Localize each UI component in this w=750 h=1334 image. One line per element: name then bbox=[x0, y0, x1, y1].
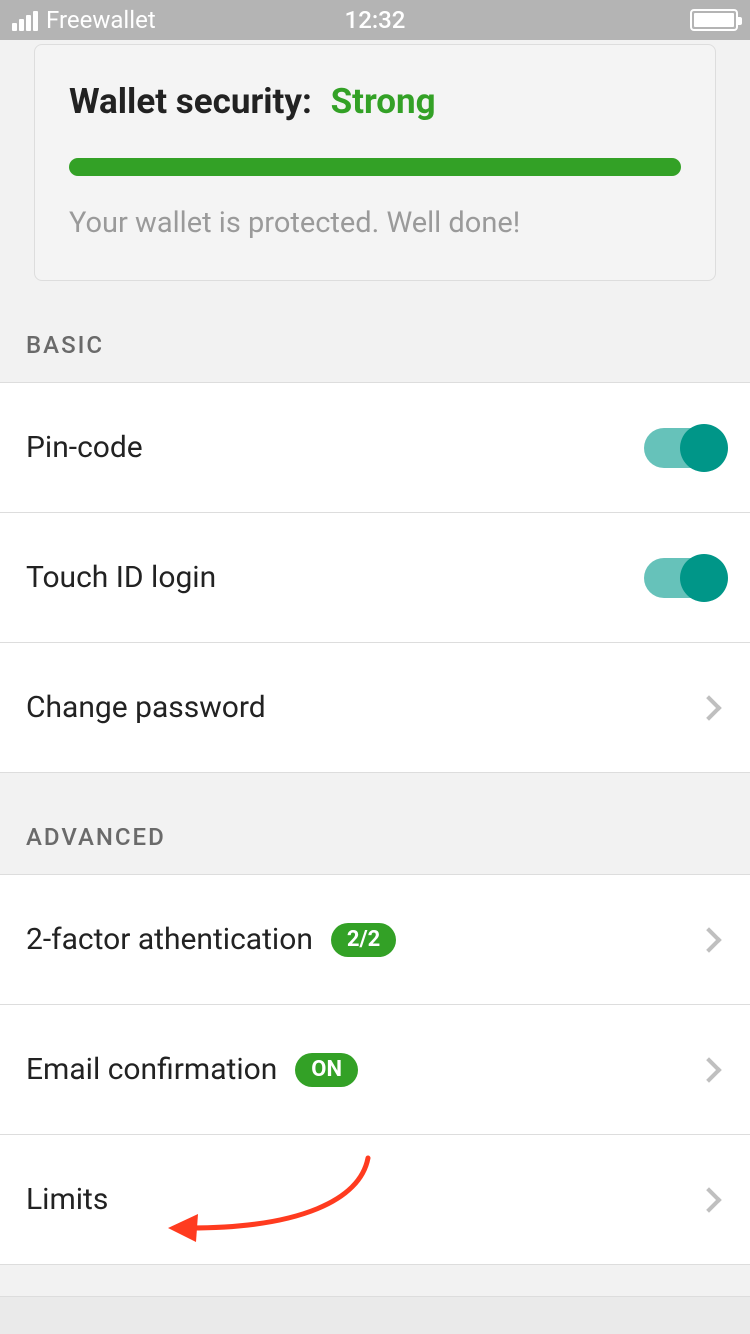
security-title-row: Wallet security: Strong bbox=[69, 81, 681, 122]
row-email-confirmation[interactable]: Email confirmation ON bbox=[0, 1004, 750, 1135]
row-label: Limits bbox=[26, 1182, 108, 1217]
touch-id-toggle[interactable] bbox=[644, 558, 724, 598]
security-title: Wallet security: bbox=[69, 81, 312, 122]
bottom-bar bbox=[0, 1296, 750, 1334]
status-left: Freewallet bbox=[12, 6, 156, 34]
row-label: Email confirmation bbox=[26, 1052, 277, 1087]
section-header-basic: BASIC bbox=[0, 281, 750, 383]
security-subtitle: Your wallet is protected. Well done! bbox=[69, 206, 681, 240]
row-label: Change password bbox=[26, 690, 266, 725]
pin-code-toggle[interactable] bbox=[644, 428, 724, 468]
chevron-right-icon bbox=[696, 1057, 721, 1082]
section-header-advanced: ADVANCED bbox=[0, 773, 750, 875]
two-factor-badge: 2/2 bbox=[331, 923, 396, 957]
row-label: 2-factor athentication bbox=[26, 922, 313, 957]
row-two-factor[interactable]: 2-factor athentication 2/2 bbox=[0, 874, 750, 1005]
row-limits[interactable]: Limits bbox=[0, 1134, 750, 1265]
row-touch-id[interactable]: Touch ID login bbox=[0, 512, 750, 643]
security-card: Wallet security: Strong Your wallet is p… bbox=[34, 44, 716, 281]
security-status: Strong bbox=[331, 81, 436, 122]
security-progress-bar bbox=[69, 158, 681, 176]
signal-icon bbox=[12, 9, 38, 31]
chevron-right-icon bbox=[696, 1187, 721, 1212]
row-pin-code[interactable]: Pin-code bbox=[0, 382, 750, 513]
battery-icon bbox=[690, 9, 738, 31]
row-label: Touch ID login bbox=[26, 560, 216, 595]
status-bar: Freewallet 12:32 bbox=[0, 0, 750, 40]
clock: 12:32 bbox=[345, 6, 406, 34]
row-label: Pin-code bbox=[26, 430, 143, 465]
carrier-label: Freewallet bbox=[46, 6, 156, 34]
row-change-password[interactable]: Change password bbox=[0, 642, 750, 773]
chevron-right-icon bbox=[696, 927, 721, 952]
chevron-right-icon bbox=[696, 695, 721, 720]
email-confirmation-badge: ON bbox=[295, 1053, 358, 1087]
